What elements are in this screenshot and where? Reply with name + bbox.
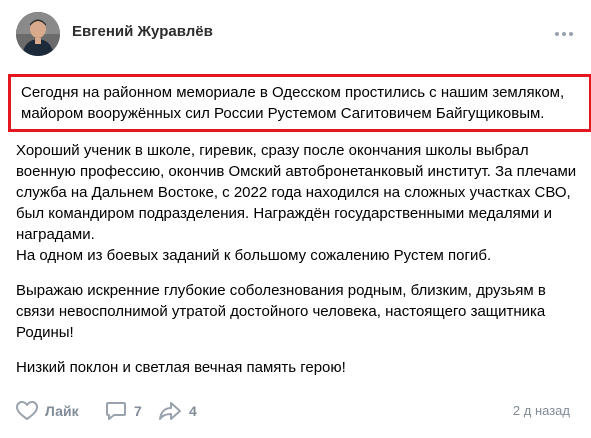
comments-count: 7	[134, 403, 142, 419]
avatar[interactable]	[16, 12, 60, 56]
like-label: Лайк	[45, 403, 79, 419]
post-header: Евгений Журавлёв	[16, 12, 576, 56]
post-paragraph: Выражаю искренние глубокие соболезновани…	[16, 282, 546, 341]
post-paragraph: Хороший ученик в школе, гиревик, сразу п…	[16, 140, 582, 266]
share-button[interactable]: 4	[158, 400, 197, 422]
heart-icon	[16, 401, 38, 420]
shares-count: 4	[189, 403, 197, 419]
post-paragraph-line: Хороший ученик в школе, гиревик, сразу п…	[16, 142, 577, 243]
author-name[interactable]: Евгений Журавлёв	[72, 23, 213, 40]
highlighted-paragraph: Сегодня на районном мемориале в Одесском…	[8, 74, 591, 132]
post-timestamp[interactable]: 2 д назад	[513, 403, 570, 418]
post-paragraph-line: На одном из боевых заданий к большому со…	[16, 247, 492, 264]
post-footer: Лайк 7 4 2 д назад	[16, 400, 576, 424]
post-body: Сегодня на районном мемориале в Одесском…	[8, 74, 591, 378]
avatar-photo-icon	[16, 12, 60, 56]
post-card: Евгений Журавлёв Сегодня на районном мем…	[0, 0, 591, 438]
like-button[interactable]: Лайк	[16, 400, 79, 422]
comment-icon	[106, 402, 126, 420]
share-icon	[159, 402, 181, 420]
more-options-icon[interactable]	[552, 24, 576, 44]
post-paragraph: Низкий поклон и светлая вечная память ге…	[16, 359, 346, 376]
comment-button[interactable]: 7	[105, 400, 142, 422]
